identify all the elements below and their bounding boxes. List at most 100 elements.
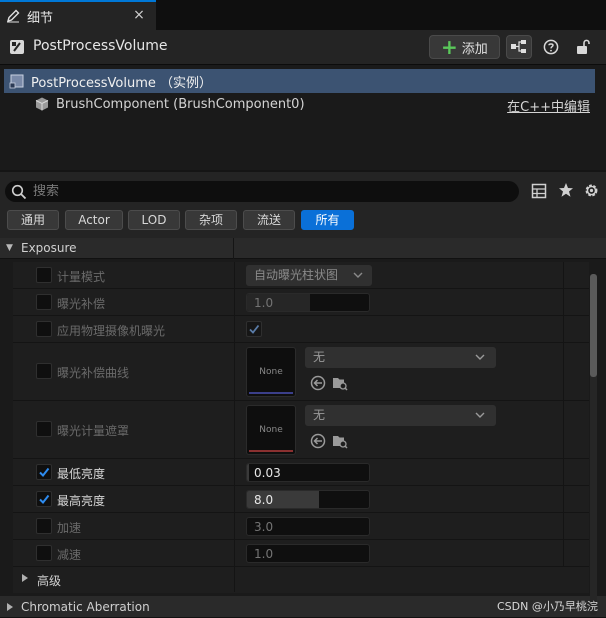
filter-misc[interactable]: 杂项 xyxy=(185,210,237,230)
use-selected-icon[interactable] xyxy=(310,375,326,391)
override-checkbox[interactable] xyxy=(36,518,52,534)
divider xyxy=(234,486,235,512)
scrollbar-thumb[interactable] xyxy=(590,274,597,377)
field-value: 0.03 xyxy=(254,466,281,480)
filter-actor[interactable]: Actor xyxy=(65,210,123,230)
speed-up-field[interactable]: 3.0 xyxy=(246,517,370,536)
divider xyxy=(563,486,564,512)
asset-type-bar xyxy=(249,450,293,452)
mask-thumbnail[interactable]: None xyxy=(246,405,296,455)
curve-thumbnail[interactable]: None xyxy=(246,347,296,397)
volume-icon xyxy=(9,74,24,89)
property-row: 曝光补偿曲线 None 无 xyxy=(13,343,589,401)
override-checkbox[interactable] xyxy=(36,491,52,507)
edit-in-cpp-link[interactable]: 在C++中编辑 xyxy=(507,96,590,115)
min-brightness-field[interactable]: 0.03 xyxy=(246,463,370,482)
search-input[interactable] xyxy=(33,184,433,199)
divider xyxy=(563,289,564,315)
override-checkbox[interactable] xyxy=(36,464,52,480)
details-header: PostProcessVolume + 添加 xyxy=(0,30,606,64)
override-checkbox[interactable] xyxy=(36,321,52,337)
filter-streaming[interactable]: 流送 xyxy=(243,210,295,230)
chevron-down-icon xyxy=(475,354,485,360)
scrollbar[interactable] xyxy=(590,274,597,615)
property-row: 应用物理摄像机曝光 xyxy=(13,316,589,343)
divider xyxy=(234,401,235,458)
tab-details[interactable]: 细节 × xyxy=(0,0,156,30)
lock-icon[interactable] xyxy=(575,38,591,56)
filter-all[interactable]: 所有 xyxy=(301,210,354,230)
curve-asset-dropdown[interactable]: 无 xyxy=(305,347,496,368)
divider xyxy=(563,343,564,400)
speed-down-field[interactable]: 1.0 xyxy=(246,544,370,563)
divider xyxy=(563,459,564,485)
property-name: 曝光补偿曲线 xyxy=(57,366,130,380)
advanced-group[interactable]: 高级 xyxy=(13,567,589,592)
property-name: 曝光补偿 xyxy=(57,297,106,311)
slider-fill xyxy=(247,464,249,481)
grid-icon[interactable] xyxy=(531,183,547,199)
add-component-button[interactable]: + 添加 xyxy=(429,35,500,59)
component-tree: PostProcessVolume （实例） BrushComponent (B… xyxy=(0,64,606,170)
override-checkbox[interactable] xyxy=(36,267,52,283)
blueprint-button[interactable] xyxy=(506,35,532,59)
override-checkbox[interactable] xyxy=(36,545,52,561)
thumbnail-label: None xyxy=(259,425,283,435)
divider xyxy=(563,401,564,458)
tab-strip: 细节 × xyxy=(0,0,606,30)
property-name: 减速 xyxy=(57,548,82,562)
tab-label: 细节 xyxy=(27,10,54,26)
dropdown-value: 无 xyxy=(313,408,326,422)
property-row: 曝光补偿 1.0 xyxy=(13,289,589,316)
property-name: 计量模式 xyxy=(57,270,106,284)
filter-lod[interactable]: LOD xyxy=(128,210,180,230)
override-checkbox[interactable] xyxy=(36,421,52,437)
chevron-down-icon xyxy=(353,272,363,278)
advanced-label: 高级 xyxy=(37,574,62,588)
browse-folder-icon[interactable] xyxy=(332,433,348,449)
thumbnail-label: None xyxy=(259,367,283,377)
actor-title: PostProcessVolume xyxy=(33,38,168,54)
divider xyxy=(563,316,564,342)
filter-common[interactable]: 通用 xyxy=(7,210,59,230)
property-list: 计量模式 自动曝光柱状图 曝光补偿 1.0 应用物理摄像机曝光 曝光补偿曲线 N… xyxy=(13,262,589,593)
field-value: 1.0 xyxy=(254,296,274,310)
override-checkbox[interactable] xyxy=(36,294,52,310)
field-value: 8.0 xyxy=(254,493,274,507)
divider xyxy=(234,316,235,342)
close-icon[interactable]: × xyxy=(132,7,146,23)
exposure-compensation-field[interactable]: 1.0 xyxy=(246,293,370,312)
browse-folder-icon[interactable] xyxy=(332,375,348,391)
expand-arrow-icon xyxy=(7,602,13,611)
use-selected-icon[interactable] xyxy=(310,433,326,449)
field-value: 3.0 xyxy=(254,520,274,534)
search-box[interactable] xyxy=(5,181,519,202)
tree-item-root[interactable]: PostProcessVolume （实例） xyxy=(4,69,595,93)
metering-mode-dropdown[interactable]: 自动曝光柱状图 xyxy=(246,265,372,286)
max-brightness-field[interactable]: 8.0 xyxy=(246,490,370,509)
category-label: Exposure xyxy=(21,241,77,255)
watermark: CSDN @小乃早桃浣 xyxy=(497,600,598,613)
property-row: 最高亮度 8.0 xyxy=(13,486,589,513)
override-checkbox[interactable] xyxy=(36,363,52,379)
divider xyxy=(234,343,235,400)
dropdown-value: 无 xyxy=(313,350,326,364)
property-row: 最低亮度 0.03 xyxy=(13,459,589,486)
divider xyxy=(234,567,235,592)
tree-child-label: BrushComponent (BrushComponent0) xyxy=(56,96,305,112)
mask-asset-dropdown[interactable]: 无 xyxy=(305,405,496,426)
star-icon[interactable] xyxy=(558,182,574,198)
help-icon[interactable] xyxy=(543,39,559,55)
gear-icon[interactable] xyxy=(583,182,600,199)
check-icon xyxy=(39,494,50,505)
tree-root-label: PostProcessVolume （实例） xyxy=(31,75,212,91)
expand-arrow-icon: ▼ xyxy=(6,243,13,253)
divider xyxy=(234,513,235,539)
tree-item-brush[interactable]: BrushComponent (BrushComponent0) 在C++中编辑 xyxy=(4,93,595,115)
property-name: 最高亮度 xyxy=(57,494,106,508)
search-icon xyxy=(11,184,27,199)
value-checkbox[interactable] xyxy=(246,321,262,337)
divider xyxy=(563,513,564,539)
property-row: 曝光计量遮罩 None 无 xyxy=(13,401,589,459)
category-exposure[interactable]: ▼ Exposure xyxy=(0,238,606,259)
